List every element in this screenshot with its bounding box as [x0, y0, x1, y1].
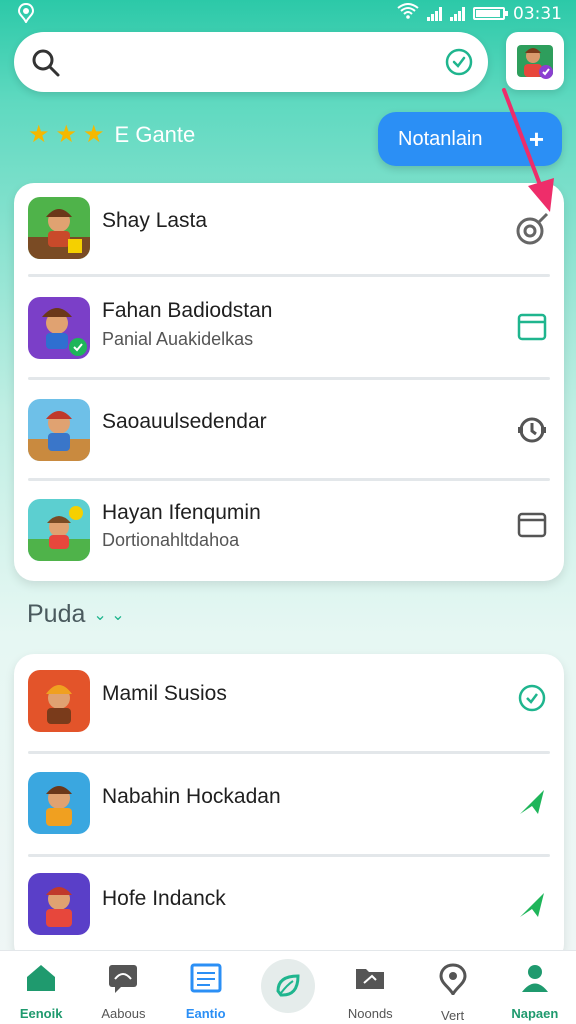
nav-label: Noonds	[347, 1006, 393, 1021]
folder-icon	[354, 963, 386, 998]
app-icon	[28, 772, 90, 834]
app-title: Hofe Indanck	[102, 887, 226, 910]
section-header[interactable]: Puda ⌄ ⌄	[27, 600, 125, 629]
notification-icon	[17, 2, 35, 28]
avatar[interactable]	[506, 32, 564, 90]
app-subtitle: Dortionahltdahoa	[102, 530, 240, 550]
list-item[interactable]: Shay Lasta	[14, 183, 564, 277]
nav-location[interactable]: Vert	[411, 951, 493, 1024]
rating-label: E Gante	[114, 122, 196, 147]
star-icon: ★	[55, 121, 78, 148]
star-icon: ★	[83, 121, 105, 148]
nav-list[interactable]: Eantio	[165, 951, 247, 1024]
app-title: Mamil Susios	[102, 682, 227, 705]
pointer-arrow-icon	[498, 86, 558, 231]
app-title: Hayan Ifenqumin	[102, 501, 261, 524]
chat-icon	[107, 963, 139, 998]
battery-icon	[473, 7, 508, 20]
clock-check-icon[interactable]	[444, 47, 474, 82]
status-bar: 03:31	[0, 0, 576, 26]
app-title: Nabahin Hockadan	[102, 785, 281, 808]
nav-label: Napaen	[511, 1006, 559, 1021]
rating-row: ★ ★ ★ E Gante	[28, 122, 195, 148]
nav-label: Eenoik	[19, 1006, 63, 1021]
home-icon	[25, 963, 57, 998]
nav-label: Eantio	[185, 1006, 226, 1021]
app-icon	[28, 499, 90, 561]
clock-icon[interactable]	[512, 678, 552, 718]
star-icon: ★	[28, 121, 50, 148]
signal-icon	[427, 6, 442, 21]
window-icon[interactable]	[512, 307, 552, 347]
nav-label: Vert	[440, 1008, 465, 1023]
section-title: Puda	[27, 600, 86, 628]
nav-profile[interactable]: Napaen	[494, 951, 576, 1024]
status-time: 03:31	[513, 3, 562, 24]
app-icon	[28, 297, 90, 359]
wifi-icon	[397, 3, 419, 24]
primary-action-label: Notanlain	[398, 127, 483, 150]
app-subtitle: Panial Auakidelkas	[102, 329, 254, 349]
refresh-icon[interactable]	[512, 410, 552, 450]
location-icon	[439, 963, 467, 1000]
profile-photo-icon	[517, 45, 553, 79]
list-item[interactable]: Fahan Badiodstan Panial Auakidelkas	[14, 277, 564, 380]
search-bar[interactable]	[14, 32, 488, 92]
nav-chat[interactable]: Aabous	[82, 951, 164, 1024]
app-icon	[28, 197, 90, 259]
nav-folder[interactable]: Noonds	[329, 951, 411, 1024]
app-icon	[28, 399, 90, 461]
signal-2-icon	[450, 6, 465, 21]
list-item[interactable]: Hayan Ifenqumin Dortionahltdahoa	[14, 481, 564, 581]
bottom-nav: Eenoik Aabous Eantio Noonds Vert Napaen	[0, 950, 576, 1024]
leaf-icon	[260, 959, 315, 1013]
send-icon[interactable]	[512, 885, 552, 925]
nav-home[interactable]: Eenoik	[0, 951, 82, 1024]
app-icon	[28, 873, 90, 935]
app-list-card: Shay Lasta Fahan Badiodstan Panial Auaki…	[14, 183, 564, 581]
profile-icon	[519, 963, 551, 998]
chevron-down-icon[interactable]: ⌄ ⌄	[93, 605, 124, 625]
app-list-card-secondary: Mamil Susios Nabahin Hockadan Hofe Indan…	[14, 654, 564, 964]
nav-label: Aabous	[101, 1006, 146, 1021]
list-item[interactable]: Mamil Susios	[14, 654, 564, 754]
search-input[interactable]	[76, 46, 436, 78]
app-icon	[28, 670, 90, 732]
app-title: Saoauulsedendar	[102, 410, 267, 433]
nav-center[interactable]	[247, 951, 329, 1024]
send-icon[interactable]	[512, 782, 552, 822]
app-title: Fahan Badiodstan	[102, 299, 273, 322]
list-item[interactable]: Nabahin Hockadan	[14, 754, 564, 857]
app-title: Shay Lasta	[102, 209, 208, 232]
list-item[interactable]: Hofe Indanck	[14, 857, 564, 964]
window-dark-icon[interactable]	[512, 505, 552, 545]
list-item[interactable]: Saoauulsedendar	[14, 380, 564, 481]
list-icon	[190, 963, 222, 998]
search-icon[interactable]	[30, 47, 62, 84]
